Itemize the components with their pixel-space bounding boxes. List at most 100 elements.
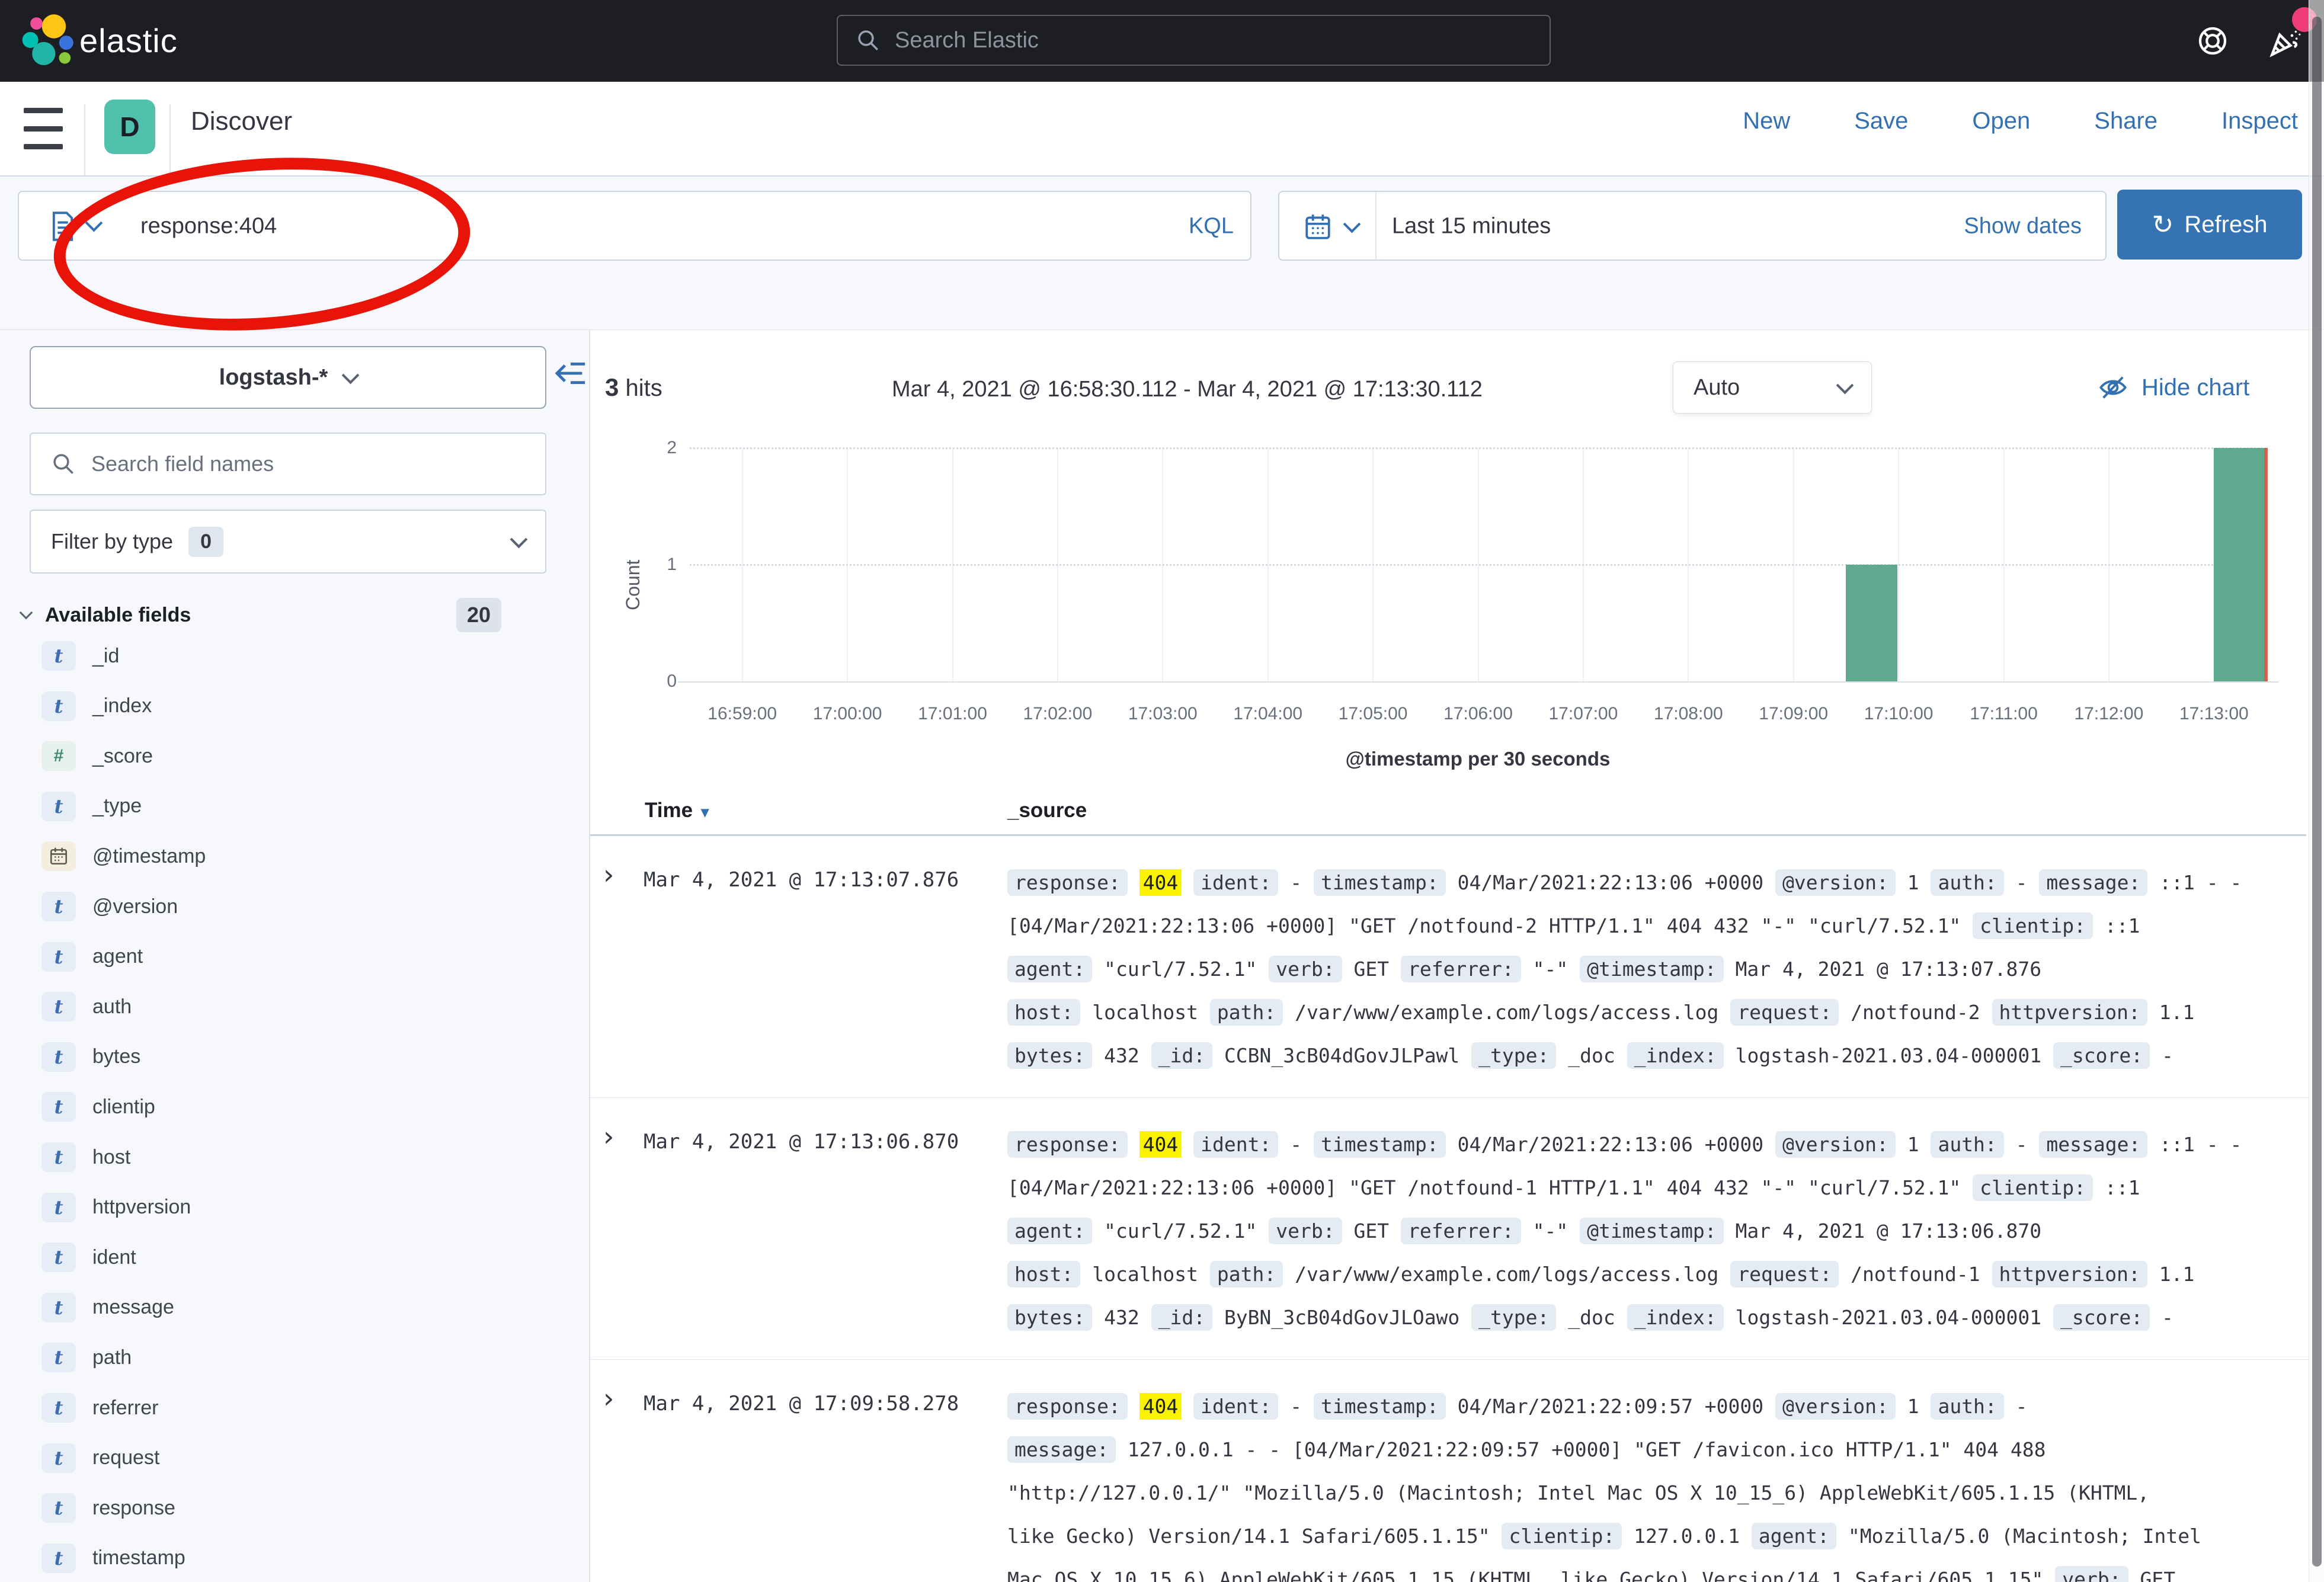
y-axis-tick-label: 0 [635,671,677,691]
search-icon [856,28,881,53]
field-item-_score[interactable]: #_score [41,738,153,774]
saved-query-icon[interactable] [50,211,76,242]
field-item-host[interactable]: thost [41,1139,130,1175]
field-item-response[interactable]: tresponse [41,1490,175,1526]
text-field-icon: t [41,641,76,671]
time-range-value[interactable]: Last 15 minutes [1392,214,1551,239]
filter-by-type-select[interactable]: Filter by type 0 [30,510,546,574]
field-item-referrer[interactable]: treferrer [41,1390,158,1426]
query-input[interactable]: response:404 KQL [18,191,1251,261]
x-axis-tick-label: 17:02:00 [1023,704,1093,724]
field-name-badge: ident: [1193,869,1278,896]
time-range-end-marker [2264,448,2268,681]
field-name-badge: agent: [1752,1523,1836,1549]
field-name: host [92,1146,130,1169]
hide-chart-button[interactable]: Hide chart [2098,372,2249,403]
field-name: response [92,1497,175,1520]
highlighted-value: 404 [1139,1393,1182,1420]
row-time: Mar 4, 2021 @ 17:13:07.876 [644,868,959,892]
field-name-badge: @timestamp: [1580,1218,1724,1244]
field-name-badge: timestamp: [1314,1393,1446,1420]
field-item-bytes[interactable]: tbytes [41,1039,140,1075]
field-value: "curl/7.52.1" [1104,957,1257,981]
text-field-icon: t [41,792,76,821]
menu-icon[interactable] [24,108,63,149]
header-action-inspect[interactable]: Inspect [2221,108,2298,134]
field-item-_index[interactable]: t_index [41,688,152,724]
date-picker[interactable]: Last 15 minutes Show dates [1278,191,2107,261]
field-name-badge: host: [1007,1261,1080,1288]
field-name-badge: _id: [1151,1304,1212,1331]
field-name: _id [92,645,119,668]
x-axis-tick-label: 17:08:00 [1654,704,1723,724]
hits-count: 3 hits [605,373,662,402]
chevron-down-icon [1343,216,1361,233]
header-action-save[interactable]: Save [1854,108,1908,134]
header-action-new[interactable]: New [1743,108,1790,134]
header-action-open[interactable]: Open [1972,108,2030,134]
field-name-badge: _type: [1471,1304,1556,1331]
field-name: ident [92,1246,136,1269]
x-axis-tick-label: 16:59:00 [708,704,777,724]
field-item-request[interactable]: trequest [41,1440,159,1476]
show-dates-button[interactable]: Show dates [1964,214,2082,239]
histogram-bar[interactable] [2214,448,2265,681]
search-icon [51,451,76,476]
field-name-badge: auth: [1931,869,2003,896]
field-value: /var/www/example.com/logs/access.log [1295,1263,1718,1286]
field-item-ident[interactable]: tident [41,1240,136,1275]
global-search-input[interactable]: Search Elastic [837,15,1551,66]
field-search-input[interactable]: Search field names [30,433,546,495]
sort-descending-icon[interactable]: ▾ [701,803,709,821]
query-text[interactable]: response:404 [140,214,277,239]
interval-select[interactable]: Auto [1673,361,1872,414]
expand-row-icon[interactable]: › [603,859,614,891]
field-item-_id[interactable]: t _id [41,638,119,674]
header-actions: New Save Open Share Inspect [1743,108,2298,134]
time-column-header[interactable]: Time▾ [645,799,709,822]
query-section: response:404 KQL Last 15 minutes Show da… [0,177,2324,330]
field-item-agent[interactable]: tagent [41,939,143,975]
header-action-share[interactable]: Share [2094,108,2157,134]
field-item-timestamp[interactable]: ttimestamp [41,1541,185,1576]
help-icon[interactable] [2196,24,2229,57]
field-name-badge: timestamp: [1314,869,1446,896]
field-name-badge: _index: [1627,1042,1724,1069]
field-name: agent [92,945,143,968]
brand-wordmark: elastic [79,21,178,60]
field-name-badge: message: [2039,1131,2147,1158]
field-name: path [92,1346,132,1369]
collapse-sidebar-icon[interactable] [553,356,588,390]
field-item-path[interactable]: tpath [41,1340,132,1375]
text-field-icon: t [41,691,76,721]
field-value: _doc [1568,1306,1615,1329]
field-item-_type[interactable]: t_type [41,789,142,824]
expand-row-icon[interactable]: › [603,1120,614,1152]
field-name: httpversion [92,1196,191,1219]
field-item-message[interactable]: tmessage [41,1290,174,1325]
refresh-button[interactable]: ↻ Refresh [2117,190,2302,260]
field-item-clientip[interactable]: tclientip [41,1089,155,1125]
field-item-auth[interactable]: tauth [41,989,132,1024]
field-name-badge: _index: [1627,1304,1724,1331]
expand-row-icon[interactable]: › [603,1382,614,1414]
field-item-@version[interactable]: t@version [41,889,178,924]
highlighted-value: 404 [1139,869,1182,896]
refresh-icon: ↻ [2152,210,2174,240]
filter-by-type-count-badge: 0 [188,527,223,557]
x-axis-tick-label: 17:11:00 [1970,704,2038,724]
field-value: [04/Mar/2021:22:13:06 +0000] "GET /notfo… [1007,914,1961,937]
available-fields-header[interactable]: Available fields 20 [21,598,546,632]
calendar-icon[interactable] [1303,212,1333,242]
field-value: "-" [1533,1219,1568,1242]
index-pattern-select[interactable]: logstash-* [30,346,546,409]
field-value: logstash-2021.03.04-000001 [1736,1044,2042,1067]
field-name-badge: verb: [1269,1218,1342,1244]
field-item-httpversion[interactable]: thttpversion [41,1190,191,1225]
scrollbar-thumb[interactable] [2312,17,2322,1567]
field-value: - [2162,1306,2173,1329]
field-name-badge: response: [1007,1393,1128,1420]
query-language-button[interactable]: KQL [1189,214,1234,239]
field-item-@timestamp[interactable]: @timestamp [41,838,206,874]
histogram-bar[interactable] [1846,565,1897,681]
